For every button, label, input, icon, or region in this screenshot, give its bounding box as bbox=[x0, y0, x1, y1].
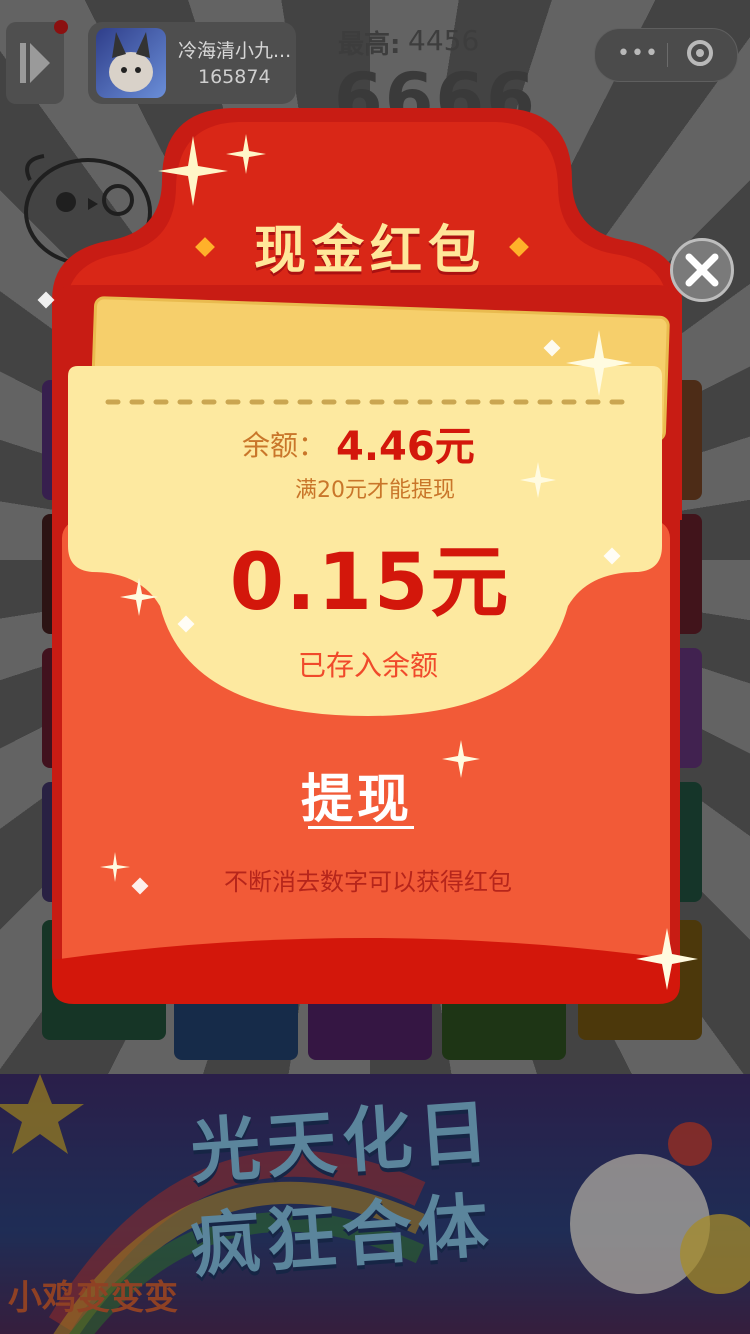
play-button[interactable] bbox=[6, 22, 64, 104]
sparkle-icon bbox=[636, 928, 698, 990]
username: 冷海清小九... bbox=[178, 40, 292, 62]
sparkle-icon bbox=[120, 578, 158, 616]
play-icon bbox=[20, 43, 50, 83]
withdraw-underline bbox=[308, 826, 414, 829]
sparkle-icon bbox=[100, 852, 130, 882]
withdraw-button[interactable]: 提现 bbox=[292, 756, 422, 832]
sparkle-icon bbox=[226, 134, 266, 174]
avatar bbox=[96, 28, 166, 98]
notification-dot bbox=[54, 20, 68, 34]
more-dots-icon[interactable]: ••• bbox=[617, 41, 659, 66]
miniprogram-capsule[interactable]: ••• bbox=[594, 28, 738, 82]
capsule-divider bbox=[667, 43, 668, 67]
sparkle-icon bbox=[158, 136, 228, 206]
deposited-status: 已存入余额 bbox=[297, 649, 438, 682]
close-button[interactable] bbox=[670, 238, 734, 302]
reward-amount: 0.15元 bbox=[229, 538, 511, 628]
sparkle-icon bbox=[520, 462, 556, 498]
target-icon[interactable] bbox=[687, 40, 713, 66]
user-score: 165874 bbox=[198, 66, 271, 88]
modal-title: 现金红包 bbox=[253, 221, 486, 281]
balance-label: 余额： bbox=[242, 429, 327, 462]
sparkle-icon bbox=[442, 740, 480, 778]
min-withdraw-hint: 满20元才能提现 bbox=[295, 478, 455, 503]
envelope-bottom-curve bbox=[52, 938, 680, 1004]
close-icon bbox=[685, 253, 719, 287]
best-score-label: 最高: bbox=[338, 30, 401, 60]
balance-value: 4.46元 bbox=[336, 424, 475, 470]
best-score-value: 4456 bbox=[408, 24, 480, 57]
user-card[interactable]: 冷海清小九... 165874 bbox=[88, 22, 296, 104]
sparkle-icon bbox=[566, 330, 632, 396]
